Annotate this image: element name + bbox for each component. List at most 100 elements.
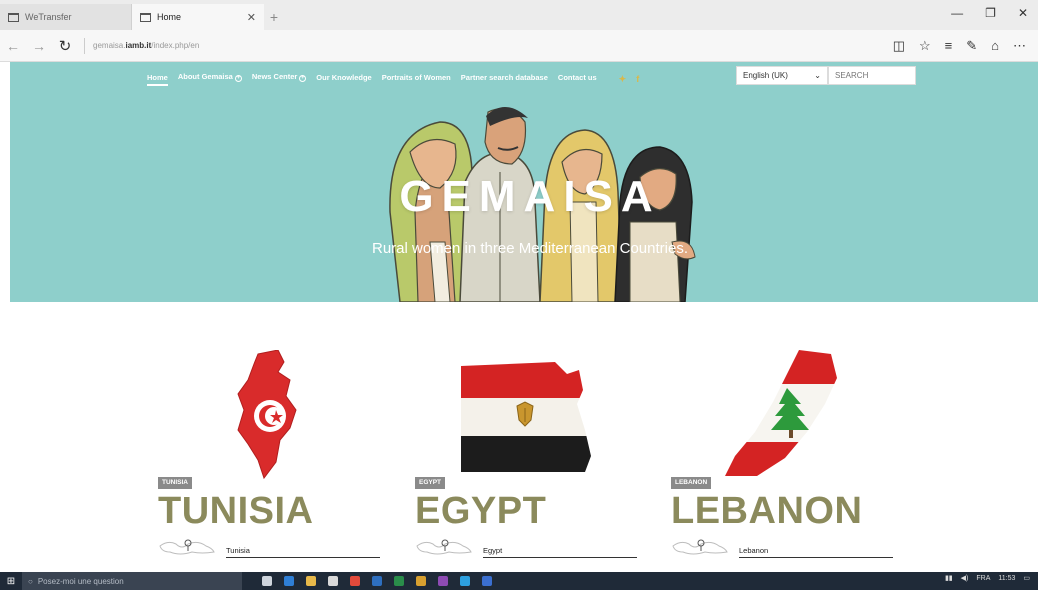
hero-subtitle: Rural women in three Mediterranean Count… [372, 240, 688, 257]
browser-tab-bar: WeTransfer Home ✕ + — ❐ ✕ [0, 0, 1038, 30]
task-view-icon[interactable] [262, 576, 272, 586]
nav-label: Our Knowledge [316, 72, 372, 82]
world-map-pin-icon [159, 539, 215, 555]
input-language[interactable]: FRA [976, 575, 990, 582]
refresh-icon[interactable]: ↻ [52, 37, 78, 55]
country-card-lebanon[interactable]: LEBANON LEBANON Lebanon [671, 340, 911, 565]
country-footer: Egypt [415, 536, 637, 558]
country-card-tunisia[interactable]: TUNISIA TUNISIA Tunisia [158, 340, 398, 565]
url-path: /index.php/en [151, 41, 200, 50]
country-footer: Lebanon [671, 536, 893, 558]
language-value: English (UK) [743, 71, 788, 80]
system-tray: ▮▮ ◀) FRA 11:53 ▭ [945, 574, 1030, 583]
nav-label: Partner search database [460, 72, 548, 82]
url-domain: iamb.it [125, 41, 152, 50]
nav-label: News Center [251, 72, 298, 81]
tab-title: WeTransfer [25, 12, 72, 22]
nav-label: Portraits of Women [381, 72, 451, 82]
favorite-star-icon[interactable]: ☆ [919, 38, 931, 54]
twitter-icon[interactable]: ✦ [619, 74, 627, 85]
notifications-icon[interactable]: ▭ [1023, 574, 1030, 582]
country-name: LEBANON [671, 490, 863, 532]
country-footer: Tunisia [158, 536, 380, 558]
language-select[interactable]: English (UK) ⌄ [736, 66, 828, 85]
nav-partner-search-database[interactable]: Partner search database [461, 73, 548, 86]
country-name: EGYPT [415, 490, 547, 532]
country-link-lebanon[interactable]: Lebanon [739, 546, 893, 558]
nav-portraits-of-women[interactable]: Portraits of Women [382, 73, 451, 86]
onenote-icon[interactable] [438, 576, 448, 586]
nav-label: Contact us [557, 72, 597, 82]
url-field[interactable]: gemaisa.iamb.it/index.php/en [93, 41, 893, 50]
maximize-icon[interactable]: ❐ [985, 6, 996, 20]
egypt-flag-map [461, 362, 591, 472]
network-icon[interactable]: ▮▮ [945, 574, 953, 582]
chrome-icon[interactable] [350, 576, 360, 586]
share-icon[interactable]: ⌂ [991, 38, 999, 54]
tab-left: Home [140, 12, 181, 22]
tab-wetransfer[interactable]: WeTransfer [0, 4, 132, 30]
volume-icon[interactable]: ◀) [961, 574, 969, 582]
window-controls: — ❐ ✕ [951, 6, 1038, 20]
country-badge: LEBANON [671, 477, 712, 489]
windows-taskbar: ⊞ ○ Posez-moi une question ▮▮ ◀) FRA 11:… [0, 572, 1038, 590]
nav-news-center[interactable]: News Center + [251, 72, 307, 86]
close-tab-icon[interactable]: ✕ [247, 11, 256, 24]
nav-about-gemaisa[interactable]: About Gemaisa + [178, 72, 242, 86]
country-link-egypt[interactable]: Egypt [483, 546, 637, 558]
edge-icon[interactable] [284, 576, 294, 586]
facebook-icon[interactable]: f [636, 74, 639, 85]
plus-icon: + [299, 75, 307, 82]
hub-icon[interactable]: ≡ [945, 38, 953, 54]
close-window-icon[interactable]: ✕ [1018, 6, 1028, 20]
clock[interactable]: 11:53 [998, 575, 1015, 582]
world-map-pin-icon [416, 539, 472, 555]
search-icon: ○ [28, 576, 33, 586]
tab-page-icon [8, 12, 19, 22]
lebanon-flag-map [725, 350, 837, 476]
country-card-egypt[interactable]: EGYPT EGYPT Egypt [415, 340, 655, 565]
plus-icon: + [234, 75, 242, 82]
nav-our-knowledge[interactable]: Our Knowledge [316, 73, 371, 86]
tab-home[interactable]: Home ✕ [132, 4, 264, 30]
excel-icon[interactable] [394, 576, 404, 586]
outlook-icon[interactable] [482, 576, 492, 586]
url-prefix: gemaisa. [93, 41, 126, 50]
world-map-pin-icon [672, 539, 728, 555]
country-badge: EGYPT [415, 477, 446, 489]
file-explorer-icon[interactable] [306, 576, 316, 586]
tab-title: Home [157, 12, 182, 22]
social-links: ✦ f [619, 74, 640, 85]
address-bar: ← → ↻ gemaisa.iamb.it/index.php/en ◫ ☆ ≡… [0, 30, 1038, 62]
windows-start-icon[interactable]: ⊞ [0, 576, 22, 587]
country-name: TUNISIA [158, 490, 314, 532]
hero-banner: Home About Gemaisa + News Center + Our Kno… [10, 62, 1038, 302]
taskbar-apps [262, 576, 492, 586]
new-tab-button[interactable]: + [264, 4, 284, 30]
web-note-icon[interactable]: ✎ [966, 38, 977, 54]
url-separator [84, 37, 85, 54]
tunisia-flag-map [237, 350, 297, 480]
folder-icon[interactable] [416, 576, 426, 586]
hero-title: GEMAISA [399, 172, 661, 221]
reading-view-icon[interactable]: ◫ [893, 38, 905, 54]
store-icon[interactable] [328, 576, 338, 586]
nav-home[interactable]: Home [147, 73, 168, 86]
country-link-tunisia[interactable]: Tunisia [226, 546, 380, 558]
back-arrow-icon[interactable]: ← [0, 38, 26, 54]
nav-label: About Gemaisa [177, 72, 233, 81]
minimize-icon[interactable]: — [951, 6, 963, 20]
browser-toolbar-icons: ◫ ☆ ≡ ✎ ⌂ ⋯ [893, 38, 1038, 54]
country-badge: TUNISIA [158, 477, 192, 489]
taskbar-search[interactable]: ○ Posez-moi une question [22, 572, 242, 590]
search-input[interactable] [828, 66, 916, 85]
word-icon[interactable] [372, 576, 382, 586]
nav-label: Home [147, 72, 168, 82]
tab-page-icon [140, 12, 151, 22]
skype-icon[interactable] [460, 576, 470, 586]
chevron-down-icon: ⌄ [814, 71, 821, 80]
site-navigation: Home About Gemaisa + News Center + Our Kno… [147, 72, 639, 86]
more-icon[interactable]: ⋯ [1013, 38, 1026, 54]
nav-contact-us[interactable]: Contact us [558, 73, 597, 86]
forward-arrow-icon[interactable]: → [26, 38, 52, 54]
